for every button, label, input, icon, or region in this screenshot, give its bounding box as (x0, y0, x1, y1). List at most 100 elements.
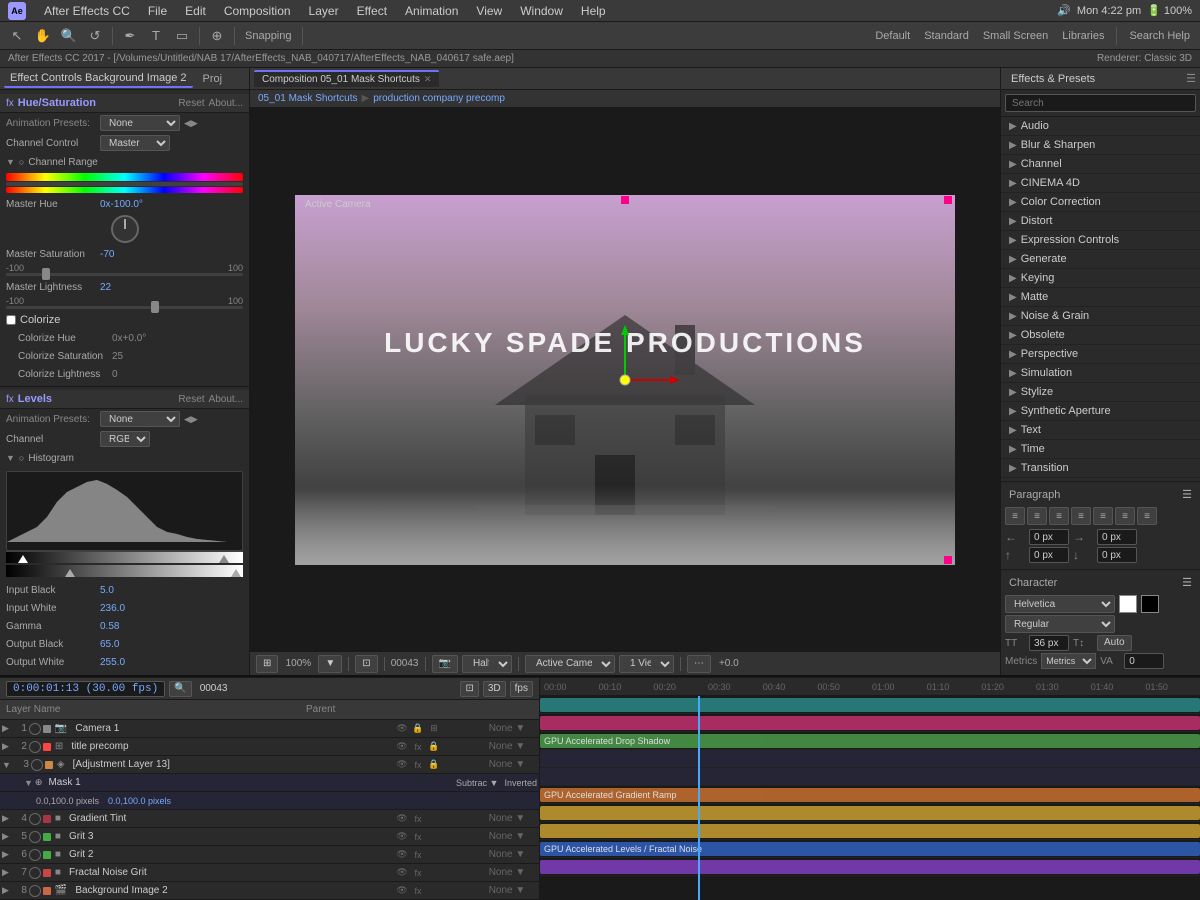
mask-row[interactable]: ▼ ⊕ Mask 1 Subtrac ▼ Inverted (0, 774, 539, 792)
levels-channel-select[interactable]: RGB (100, 431, 150, 447)
align-left[interactable]: ≡ (1005, 507, 1025, 525)
layer-8-solo[interactable] (29, 885, 41, 897)
workspace-libraries[interactable]: Libraries (1058, 30, 1108, 42)
menu-effect[interactable]: Effect (349, 2, 395, 20)
menu-animation[interactable]: Animation (397, 2, 466, 20)
layer-2-fx[interactable]: fx (411, 742, 425, 752)
align-last-center[interactable]: ≡ (1115, 507, 1135, 525)
channel-range-expand[interactable]: ▼ (6, 157, 15, 167)
breadcrumb-item-1[interactable]: 05_01 Mask Shortcuts (258, 93, 358, 104)
layer-6-fx[interactable]: fx (411, 850, 425, 860)
menu-layer[interactable]: Layer (301, 2, 347, 20)
mask-feather-value[interactable]: 0.0,100.0 pixels (108, 796, 171, 806)
channel-control-select[interactable]: Master (100, 135, 170, 151)
cat-cinema4d[interactable]: ▶ CINEMA 4D (1001, 174, 1200, 193)
motion-blur-btn[interactable]: ⊡ (460, 681, 478, 697)
layer-row-6[interactable]: ▶ 6 ■ Grit 2 👁 fx None ▼ (0, 846, 539, 864)
menu-file[interactable]: File (140, 2, 175, 20)
cat-color[interactable]: ▶ Color Correction (1001, 193, 1200, 212)
stroke-color-swatch[interactable] (1141, 595, 1159, 613)
layer-8-expand[interactable]: ▶ (2, 885, 9, 896)
corner-top-right[interactable] (944, 196, 952, 204)
layer-2-lock[interactable]: 🔒 (427, 741, 441, 752)
clone-tool[interactable]: ⊕ (206, 25, 228, 47)
layer-row-4[interactable]: ▶ 4 ■ Gradient Tint 👁 fx None ▼ (0, 810, 539, 828)
layer-row-8[interactable]: ▶ 8 🎬 Background Image 2 👁 fx None ▼ (0, 882, 539, 900)
layer-4-parent[interactable]: None ▼ (477, 813, 537, 824)
output-white-triangle[interactable] (231, 569, 241, 577)
layer-5-parent[interactable]: None ▼ (477, 831, 537, 842)
layer-1-expand[interactable]: ▶ (2, 723, 9, 734)
layer-6-vis[interactable]: 👁 (395, 849, 409, 860)
menu-view[interactable]: View (468, 2, 510, 20)
viewer-options[interactable]: ⋯ (687, 655, 711, 673)
cat-distort[interactable]: ▶ Distort (1001, 212, 1200, 231)
hue-sat-about[interactable]: About... (209, 98, 243, 109)
mask-expand[interactable]: ▼ (24, 778, 33, 788)
layer-2-vis[interactable]: 👁 (395, 741, 409, 752)
text-tool[interactable]: T (145, 25, 167, 47)
master-sat-value[interactable]: -70 (100, 249, 114, 260)
indent-right-input[interactable] (1097, 529, 1137, 545)
zoom-tool[interactable]: 🔍 (58, 25, 80, 47)
channel-range-row[interactable]: ▼ ○ Channel Range (0, 153, 249, 171)
font-style-select[interactable]: Regular (1005, 615, 1115, 633)
cat-time[interactable]: ▶ Time (1001, 440, 1200, 459)
layer-1-lock[interactable]: 🔒 (411, 723, 425, 734)
menu-aftereffects[interactable]: After Effects CC (36, 2, 138, 20)
cat-channel[interactable]: ▶ Channel (1001, 155, 1200, 174)
metrics-select[interactable]: Metrics (1041, 653, 1096, 669)
layer-4-expand[interactable]: ▶ (2, 813, 9, 824)
output-black-value[interactable]: 65.0 (100, 639, 119, 650)
cat-stylize[interactable]: ▶ Stylize (1001, 383, 1200, 402)
menu-edit[interactable]: Edit (177, 2, 214, 20)
master-light-value[interactable]: 22 (100, 282, 111, 293)
layer-row-2[interactable]: ▶ 2 ⊞ title precomp 👁 fx 🔒 None ▼ (0, 738, 539, 756)
cat-text[interactable]: ▶ Text (1001, 421, 1200, 440)
layer-2-solo[interactable] (29, 741, 41, 753)
layer-7-expand[interactable]: ▶ (2, 867, 9, 878)
layer-4-vis[interactable]: 👁 (395, 813, 409, 824)
layer-3-expand[interactable]: ▼ (2, 760, 11, 770)
layer-row-5[interactable]: ▶ 5 ■ Grit 3 👁 fx None ▼ (0, 828, 539, 846)
colorize-light-value[interactable]: 0 (112, 369, 118, 380)
layer-3-lock[interactable]: 🔒 (427, 759, 441, 770)
comp-tab-mask-shortcuts[interactable]: Composition 05_01 Mask Shortcuts ✕ (254, 70, 439, 87)
cat-audio[interactable]: ▶ Audio (1001, 117, 1200, 136)
layer-5-expand[interactable]: ▶ (2, 831, 9, 842)
light-slider-thumb[interactable] (151, 301, 159, 313)
layer-6-expand[interactable]: ▶ (2, 849, 9, 860)
shape-tool[interactable]: ▭ (171, 25, 193, 47)
layer-3-parent[interactable]: None ▼ (477, 759, 537, 770)
sat-slider-track[interactable] (6, 273, 243, 276)
colorize-hue-value[interactable]: 0x+0.0° (112, 333, 146, 344)
cat-blur[interactable]: ▶ Blur & Sharpen (1001, 136, 1200, 155)
gamma-value[interactable]: 0.58 (100, 621, 119, 632)
align-right[interactable]: ≡ (1049, 507, 1069, 525)
input-black-value[interactable]: 5.0 (100, 585, 114, 596)
cat-keying[interactable]: ▶ Keying (1001, 269, 1200, 288)
cat-simulation[interactable]: ▶ Simulation (1001, 364, 1200, 383)
leading-auto-btn[interactable]: Auto (1097, 635, 1132, 651)
font-family-select[interactable]: Helvetica (1005, 595, 1115, 613)
tracking-input[interactable] (1124, 653, 1164, 669)
view-select[interactable]: 1 View2 Views (619, 655, 674, 673)
workspace-standard[interactable]: Standard (920, 30, 973, 42)
cat-expression[interactable]: ▶ Expression Controls (1001, 231, 1200, 250)
cat-generate[interactable]: ▶ Generate (1001, 250, 1200, 269)
align-center[interactable]: ≡ (1027, 507, 1047, 525)
levels-about[interactable]: About... (209, 394, 243, 405)
hue-dial[interactable] (111, 215, 139, 243)
layer-5-vis[interactable]: 👁 (395, 831, 409, 842)
breadcrumb-item-2[interactable]: production company precomp (373, 93, 505, 104)
master-hue-value[interactable]: 0x-100.0° (100, 199, 143, 210)
layer-5-solo[interactable] (29, 831, 41, 843)
layer-7-parent[interactable]: None ▼ (477, 867, 537, 878)
character-header[interactable]: Character ☰ (1005, 574, 1196, 591)
layer-4-solo[interactable] (29, 813, 41, 825)
colorize-checkbox[interactable] (6, 315, 16, 325)
layer-row-3[interactable]: ▼ 3 ◈ [Adjustment Layer 13] 👁 fx 🔒 None … (0, 756, 539, 774)
comp-tab-close[interactable]: ✕ (424, 74, 432, 85)
paragraph-header[interactable]: Paragraph ☰ (1005, 486, 1196, 503)
align-justify[interactable]: ≡ (1071, 507, 1091, 525)
